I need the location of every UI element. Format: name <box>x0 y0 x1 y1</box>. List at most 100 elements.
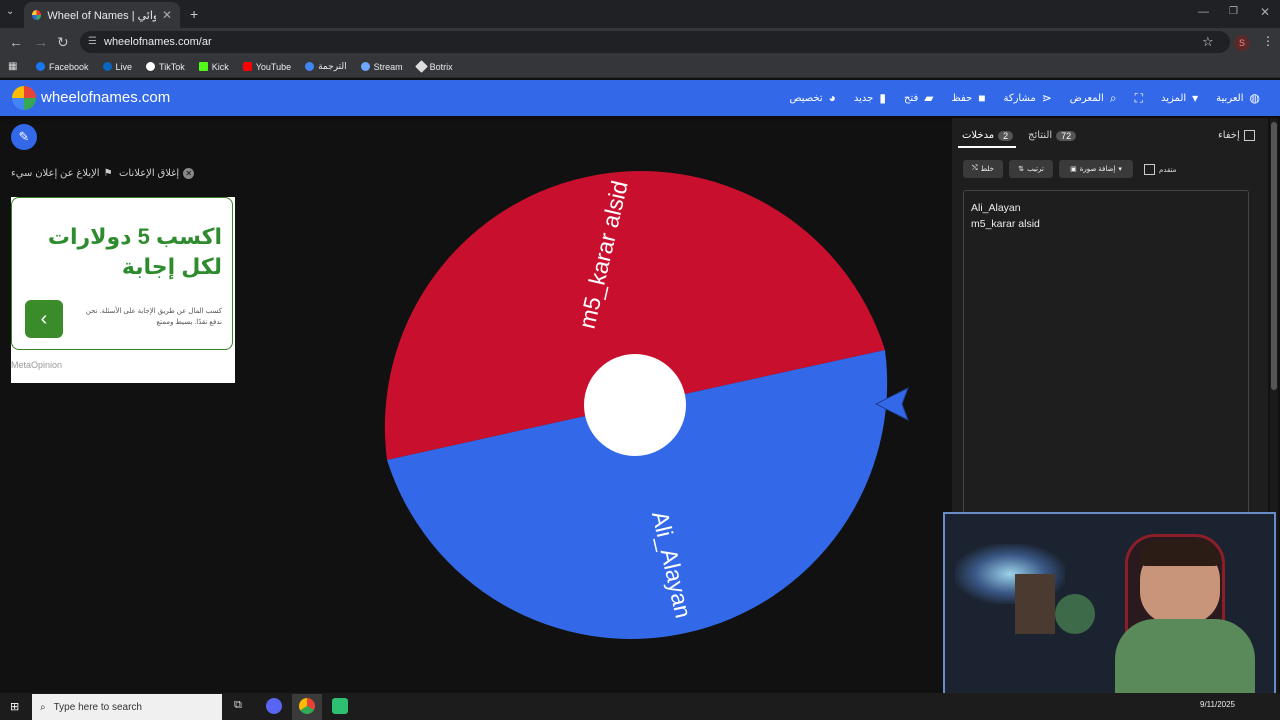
app-icon[interactable] <box>332 698 348 714</box>
save-icon: ■ <box>978 91 986 105</box>
browser-tab[interactable]: Wheel of Names | اسم العشوائي ✕ <box>24 2 180 28</box>
close-ads-link[interactable]: إغلاق الإعلانات ✕ <box>119 168 195 179</box>
forward-button[interactable]: → <box>34 34 48 50</box>
site-info-icon[interactable]: ☰ <box>88 36 97 47</box>
results-count-badge: 72 <box>1056 130 1077 141</box>
webcam-shelf <box>1015 574 1055 634</box>
tab-close-icon[interactable]: ✕ <box>162 8 172 22</box>
botrix-icon <box>414 60 428 73</box>
caret-down-icon: ▾ <box>1192 91 1199 105</box>
menu-language[interactable]: ◍ العربية <box>1216 91 1260 105</box>
bookmark-stream[interactable]: Stream <box>360 62 403 72</box>
globe-icon: ◍ <box>1249 91 1260 105</box>
shuffle-icon: ⤭ <box>972 165 978 172</box>
wheel-center[interactable] <box>584 354 686 456</box>
bookmark-facebook[interactable]: Facebook <box>36 62 89 72</box>
bookmark-translate[interactable]: الترجمة <box>305 61 347 72</box>
site-name[interactable]: wheelofnames.com <box>41 89 170 106</box>
browser-menu-icon[interactable]: ⋮ <box>1262 34 1274 48</box>
menu-open[interactable]: ▰ فتح <box>904 91 934 105</box>
ad-brand: MetaOpinion <box>11 360 63 370</box>
reload-button[interactable]: ↻ <box>57 34 69 51</box>
kick-icon <box>198 62 208 71</box>
chrome-icon <box>299 698 315 714</box>
add-image-button[interactable]: ▣ إضافة صورة ▾ <box>1059 160 1133 178</box>
task-view-icon[interactable]: ⧉ <box>234 699 242 712</box>
webcam-hair <box>1140 540 1220 566</box>
ad-title: اكسب 5 دولارات لكل إجابة <box>47 224 222 279</box>
webcam-overlay <box>943 512 1276 706</box>
chevron-left-icon: ‹ <box>40 307 48 330</box>
hide-checkbox[interactable]: إخفاء <box>1218 130 1255 141</box>
menu-gallery[interactable]: ⌕ المعرض <box>1070 91 1117 106</box>
sort-button[interactable]: ⇅ ترتيب <box>1009 160 1053 178</box>
entries-textarea[interactable]: Ali_Alayan m5_karar alsid <box>963 190 1249 520</box>
taskbar-search[interactable]: ⌕ Type here to search <box>32 694 222 720</box>
stream-icon <box>360 62 370 71</box>
back-button[interactable]: ← <box>9 34 23 50</box>
youtube-icon <box>242 62 252 71</box>
new-tab-button[interactable]: + <box>190 6 198 22</box>
bookmark-star-icon[interactable]: ☆ <box>1202 34 1214 50</box>
bookmark-youtube[interactable]: YouTube <box>242 62 291 72</box>
header-menu: ◍ العربية ▾ المزيد ⛶ ⌕ المعرض ⋖ مشاركة ■ حفظ … <box>789 80 1260 116</box>
tab-results[interactable]: النتائج 72 <box>1028 130 1077 141</box>
share-icon: ⋖ <box>1041 91 1052 105</box>
advanced-checkbox[interactable]: متقدم <box>1144 164 1176 175</box>
window-close-button[interactable]: ✕ <box>1260 5 1270 19</box>
bookmark-kick[interactable]: Kick <box>198 62 229 72</box>
palette-icon: ◕ <box>828 91 836 105</box>
search-icon: ⌕ <box>40 701 46 713</box>
search-icon: ⌕ <box>1109 90 1117 105</box>
entries-count-badge: 2 <box>998 130 1014 141</box>
bookmark-botrix[interactable]: Botrix <box>414 60 453 73</box>
shuffle-button[interactable]: ⤭ خلط <box>963 160 1003 178</box>
caret-down-icon: ▾ <box>1118 166 1122 173</box>
advanced-checkbox-box[interactable] <box>1144 164 1155 175</box>
file-icon: ▮ <box>879 91 886 105</box>
google-icon <box>305 62 315 71</box>
bookmark-live[interactable]: Live <box>102 62 132 72</box>
taskbar-date[interactable]: 9/11/2025 <box>1200 700 1235 709</box>
folder-icon: ▰ <box>924 91 934 105</box>
tab-list-button[interactable]: ⌄ <box>6 6 14 17</box>
sort-icon: ⇅ <box>1018 166 1025 173</box>
url-text: wheelofnames.com/ar <box>104 36 212 48</box>
ad-body: كسب المال عن طريق الإجابة على الأسئلة. ن… <box>85 308 222 326</box>
bookmarks-bar: Facebook Live TikTok Kick YouTube الترجم… <box>0 56 1280 78</box>
facebook-icon <box>36 62 45 71</box>
menu-share[interactable]: ⋖ مشاركة <box>1003 91 1051 105</box>
edit-pencil-button[interactable]: ✎ <box>11 124 37 150</box>
wheel-pointer-icon <box>874 386 909 422</box>
flag-icon: ⚑ <box>103 168 113 179</box>
bookmark-tiktok[interactable]: TikTok <box>146 62 185 72</box>
minimize-button[interactable]: — <box>1198 6 1209 18</box>
menu-save[interactable]: ■ حفظ <box>951 91 985 105</box>
discord-icon[interactable] <box>266 698 282 714</box>
menu-new[interactable]: ▮ جديد <box>854 91 886 105</box>
windows-start-icon[interactable]: ⊞ <box>10 700 19 713</box>
live-icon <box>102 62 112 71</box>
close-circle-icon: ✕ <box>183 168 195 179</box>
apps-grid-icon[interactable]: ▦ <box>8 61 17 72</box>
scrollbar-thumb[interactable] <box>1271 122 1277 390</box>
menu-customize[interactable]: ◕ تخصيص <box>789 91 835 105</box>
tiktok-icon <box>146 62 156 71</box>
restore-button[interactable]: ❐ <box>1229 6 1238 17</box>
profile-avatar[interactable]: S <box>1234 35 1250 51</box>
ad-arrow-button[interactable]: ‹ <box>25 300 63 338</box>
panel-tabs: مدخلات 2 النتائج 72 إخفاء <box>952 124 1268 148</box>
spin-wheel[interactable]: m5_karar alsid Ali_Alayan <box>370 140 900 670</box>
address-bar[interactable]: ☰ wheelofnames.com/ar <box>80 31 1230 53</box>
menu-fullscreen[interactable]: ⛶ <box>1135 91 1143 106</box>
active-tab-indicator <box>958 146 1016 148</box>
tab-entries[interactable]: مدخلات 2 <box>962 130 1014 141</box>
tab-title: Wheel of Names | اسم العشوائي <box>47 9 156 22</box>
wheel-favicon-icon <box>32 10 42 20</box>
wheel-logo-icon[interactable] <box>12 86 36 110</box>
hide-checkbox-box[interactable] <box>1243 130 1255 141</box>
report-ad-link[interactable]: الإبلاغ عن إعلان سيء ⚑ <box>11 168 113 179</box>
menu-more[interactable]: ▾ المزيد <box>1161 91 1198 105</box>
webcam-plant <box>1055 594 1095 634</box>
entry-line: Ali_Alayan <box>971 202 1021 214</box>
